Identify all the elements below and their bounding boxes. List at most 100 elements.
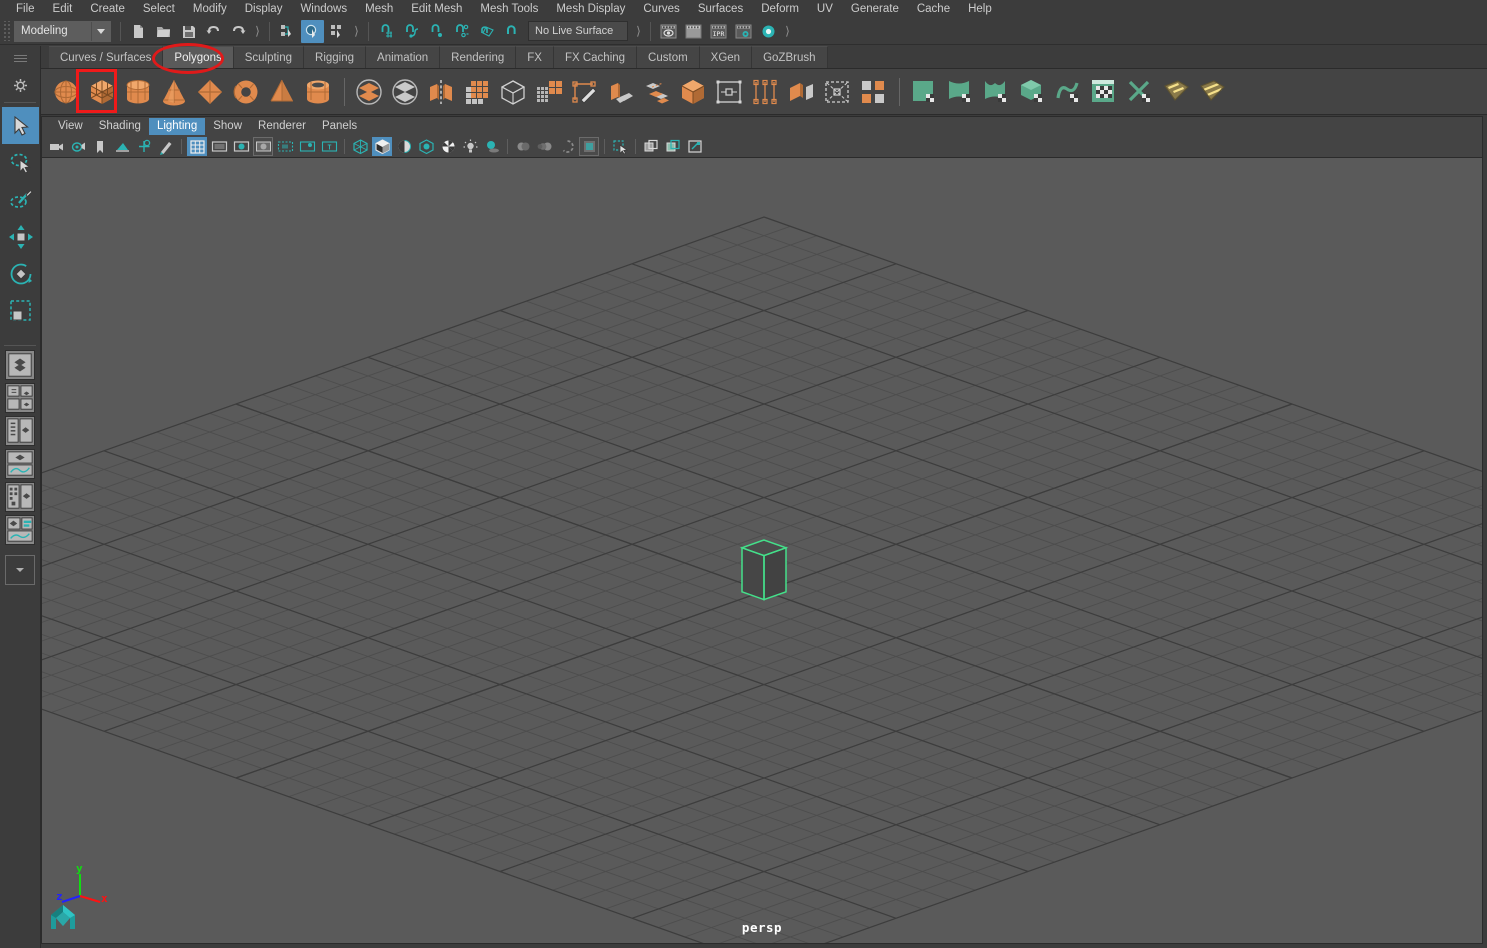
- image-plane-icon[interactable]: [112, 137, 132, 156]
- uv-layout-b-icon[interactable]: [1195, 74, 1229, 110]
- two-d-pan-zoom-icon[interactable]: [134, 137, 154, 156]
- gear-icon[interactable]: [0, 72, 40, 98]
- smooth-shade-all-icon[interactable]: [372, 137, 392, 156]
- polygon-cylinder-icon[interactable]: [121, 74, 155, 110]
- sculpt-geometry-icon[interactable]: [496, 74, 530, 110]
- polygon-cube-icon[interactable]: [85, 74, 119, 110]
- resolution-gate-icon[interactable]: [231, 137, 251, 156]
- collapse-arrow-icon[interactable]: ⟩: [634, 21, 643, 41]
- menu-create[interactable]: Create: [81, 1, 134, 18]
- shelf-tab-sculpting[interactable]: Sculpting: [233, 46, 305, 68]
- mirror-geometry-icon[interactable]: [424, 74, 458, 110]
- film-gate-icon[interactable]: [209, 137, 229, 156]
- xray-active-components-icon[interactable]: [685, 137, 705, 156]
- menu-deform[interactable]: Deform: [752, 1, 808, 18]
- live-surface-field[interactable]: No Live Surface: [528, 21, 628, 41]
- menu-edit-mesh[interactable]: Edit Mesh: [402, 1, 471, 18]
- depth-of-field-icon[interactable]: [579, 137, 599, 156]
- hypershade-icon[interactable]: [757, 20, 780, 43]
- quad-draw-icon[interactable]: [820, 74, 854, 110]
- select-by-component-type-icon[interactable]: [326, 20, 349, 43]
- make-live-icon[interactable]: [500, 20, 523, 43]
- layout-hypershade-persp-icon[interactable]: [5, 482, 35, 512]
- render-settings-icon[interactable]: [732, 20, 755, 43]
- snap-to-view-plane-icon[interactable]: [475, 20, 498, 43]
- polygon-plane-icon[interactable]: [193, 74, 227, 110]
- layout-persp-trax-icon[interactable]: [5, 515, 35, 545]
- shadows-toggle-icon[interactable]: [482, 137, 502, 156]
- menu-help[interactable]: Help: [959, 1, 1001, 18]
- lights-toggle-icon[interactable]: [460, 137, 480, 156]
- menu-curves[interactable]: Curves: [634, 1, 688, 18]
- snap-to-curve-icon[interactable]: [400, 20, 423, 43]
- smooth-icon[interactable]: [460, 74, 494, 110]
- xray-joints-icon[interactable]: [663, 137, 683, 156]
- layout-four-view-icon[interactable]: [5, 383, 35, 413]
- combine-icon[interactable]: [352, 74, 386, 110]
- layout-outliner-persp-icon[interactable]: [5, 416, 35, 446]
- rotate-tool-icon[interactable]: [2, 255, 39, 292]
- grid-toggle-icon[interactable]: [187, 137, 207, 156]
- menu-mesh-tools[interactable]: Mesh Tools: [471, 1, 547, 18]
- polygon-pipe-icon[interactable]: [301, 74, 335, 110]
- menu-windows[interactable]: Windows: [291, 1, 356, 18]
- snap-to-point-icon[interactable]: [425, 20, 448, 43]
- separate-icon[interactable]: [388, 74, 422, 110]
- collapse-arrow-icon[interactable]: ⟩: [352, 21, 361, 41]
- safe-action-icon[interactable]: [297, 137, 317, 156]
- cylindrical-uv-icon[interactable]: [943, 74, 977, 110]
- status-line-drag-handle[interactable]: [2, 21, 11, 41]
- cut-uv-icon[interactable]: [1123, 74, 1157, 110]
- bookmark-icon[interactable]: [90, 137, 110, 156]
- redo-icon[interactable]: [227, 20, 250, 43]
- create-polygon-tool-icon[interactable]: [568, 74, 602, 110]
- append-polygon-icon[interactable]: [712, 74, 746, 110]
- camera-attributes-icon[interactable]: [68, 137, 88, 156]
- shelf-tab-xgen[interactable]: XGen: [699, 46, 753, 68]
- select-by-object-type-icon[interactable]: [301, 19, 324, 43]
- menu-set-dropdown[interactable]: Modeling: [14, 20, 111, 42]
- panel-menu-panels[interactable]: Panels: [314, 118, 365, 135]
- shelf-tab-gozbrush[interactable]: GoZBrush: [752, 46, 828, 68]
- panel-menu-show[interactable]: Show: [205, 118, 250, 135]
- panel-menu-shading[interactable]: Shading: [91, 118, 149, 135]
- texture-toggle-icon[interactable]: [438, 137, 458, 156]
- shelf-tab-animation[interactable]: Animation: [366, 46, 441, 68]
- extrude-icon[interactable]: [604, 74, 638, 110]
- isolate-select-icon[interactable]: [610, 137, 630, 156]
- menu-surfaces[interactable]: Surfaces: [689, 1, 752, 18]
- render-current-frame-icon[interactable]: [682, 20, 705, 43]
- open-scene-icon[interactable]: [152, 20, 175, 43]
- undo-icon[interactable]: [202, 20, 225, 43]
- reduce-icon[interactable]: [532, 74, 566, 110]
- scale-tool-icon[interactable]: [2, 292, 39, 329]
- bevel-icon[interactable]: [676, 74, 710, 110]
- shelf-tab-rendering[interactable]: Rendering: [440, 46, 517, 68]
- layout-single-perspective-icon[interactable]: [5, 350, 35, 380]
- menu-file[interactable]: File: [7, 1, 44, 18]
- shelf-tab-rigging[interactable]: Rigging: [304, 46, 367, 68]
- use-default-material-icon[interactable]: [416, 137, 436, 156]
- select-tool-icon[interactable]: [2, 107, 39, 144]
- menu-uv[interactable]: UV: [808, 1, 842, 18]
- collapse-arrow-icon[interactable]: ⟩: [783, 21, 792, 41]
- uv-unfold-icon[interactable]: [1051, 74, 1085, 110]
- crease-tool-icon[interactable]: [856, 74, 890, 110]
- layout-persp-graph-icon[interactable]: [5, 449, 35, 479]
- uv-editor-icon[interactable]: [1087, 74, 1121, 110]
- shelf-tab-fx-caching[interactable]: FX Caching: [553, 46, 638, 68]
- ipr-render-icon[interactable]: IPR: [707, 20, 730, 43]
- polygon-torus-icon[interactable]: [229, 74, 263, 110]
- render-view-icon[interactable]: [657, 20, 680, 43]
- polygon-cone-icon[interactable]: [157, 74, 191, 110]
- save-scene-icon[interactable]: [177, 20, 200, 43]
- polygon-sphere-icon[interactable]: [49, 74, 83, 110]
- screen-space-ao-icon[interactable]: [513, 137, 533, 156]
- new-scene-icon[interactable]: [127, 20, 150, 43]
- automatic-uv-icon[interactable]: [1015, 74, 1049, 110]
- shade-wireframe-icon[interactable]: [394, 137, 414, 156]
- multisample-aa-icon[interactable]: [557, 137, 577, 156]
- menu-mesh[interactable]: Mesh: [356, 1, 402, 18]
- xray-toggle-icon[interactable]: [641, 137, 661, 156]
- shelf-tab-custom[interactable]: Custom: [637, 46, 700, 68]
